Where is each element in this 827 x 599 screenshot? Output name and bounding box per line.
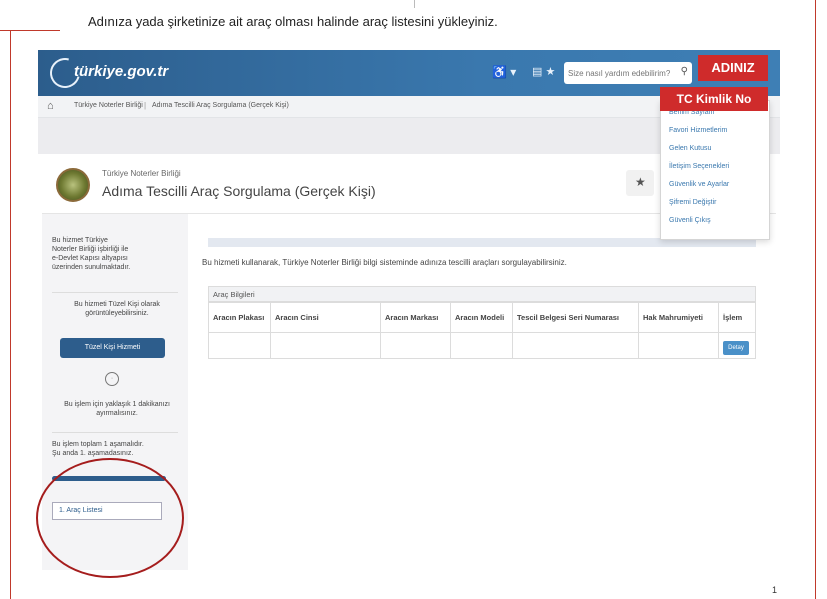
menu-item-logout[interactable]: Güvenli Çıkış: [669, 217, 711, 224]
table-cell: [512, 332, 639, 359]
id-annotation-label: TC Kimlik No: [660, 87, 768, 111]
sidebar-divider: [52, 432, 178, 433]
column-header: İşlem: [718, 302, 756, 333]
menu-item-contact[interactable]: İletişim Seçenekleri: [669, 163, 729, 170]
main-content: Bu hizmeti kullanarak, Türkiye Noterler …: [188, 214, 776, 570]
table-cell: [450, 332, 513, 359]
menu-item-inbox[interactable]: Gelen Kutusu: [669, 145, 711, 152]
stage-note: Bu işlem toplam 1 aşamalıdır. Şu anda 1.…: [52, 441, 144, 457]
document-page: Adınıza yada şirketinize ait araç olması…: [0, 0, 827, 599]
table-cell: Detay: [718, 332, 756, 359]
menu-item-change-password[interactable]: Şifremi Değiştir: [669, 199, 716, 206]
table-cell: [270, 332, 381, 359]
sidebar-divider: [52, 292, 178, 293]
clock-icon: ·: [105, 372, 119, 386]
table-cell: [208, 332, 271, 359]
highlight-circle: [36, 458, 184, 578]
column-header: Tescil Belgesi Seri Numarası: [512, 302, 639, 333]
user-menu-dropdown: Benim Sayfam Favori Hizmetlerim Gelen Ku…: [660, 100, 770, 240]
legal-entity-service-button[interactable]: Tüzel Kişi Hizmeti: [60, 338, 165, 358]
detail-button[interactable]: Detay: [723, 341, 749, 355]
menu-item-security[interactable]: Güvenlik ve Ayarlar: [669, 181, 729, 188]
doc-border-top: [0, 30, 60, 31]
table-caption: Araç Bilgileri: [208, 286, 756, 302]
table-cell: [380, 332, 451, 359]
star-icon: ★: [635, 175, 646, 189]
breadcrumb-item-service: Adıma Tescilli Araç Sorgulama (Gerçek Ki…: [152, 102, 289, 109]
site-logo[interactable]: türkiye.gov.tr: [74, 63, 168, 80]
page-number: 1: [772, 585, 778, 595]
home-icon[interactable]: ⌂: [47, 100, 54, 112]
search-box: ⚲: [564, 62, 692, 84]
search-icon[interactable]: ⚲: [681, 66, 688, 77]
page-tick: [414, 0, 415, 8]
service-description: Bu hizmeti kullanarak, Türkiye Noterler …: [202, 258, 567, 267]
column-header: Aracın Cinsi: [270, 302, 381, 333]
doc-border-left: [10, 30, 11, 599]
breadcrumb-separator: |: [144, 101, 147, 110]
menu-item-favorites[interactable]: Favori Hizmetlerim: [669, 127, 727, 134]
duration-note: Bu işlem için yaklaşık 1 dakikanızı ayır…: [64, 401, 170, 417]
search-input[interactable]: [568, 65, 676, 81]
table-row: Detay: [208, 332, 756, 359]
org-name: Türkiye Noterler Birliği: [102, 169, 181, 178]
favorite-button[interactable]: ★: [626, 170, 654, 196]
service-provider-note: Bu hizmet Türkiye Noterler Birliği işbir…: [52, 237, 131, 271]
doc-border-right: [815, 0, 816, 599]
table-header-row: Aracın Plakası Aracın Cinsi Aracın Marka…: [208, 302, 756, 333]
column-header: Hak Mahrumiyeti: [638, 302, 719, 333]
column-header: Aracın Markası: [380, 302, 451, 333]
menu-favorites-button[interactable]: ▤ ★: [532, 65, 555, 78]
column-header: Aracın Modeli: [450, 302, 513, 333]
accessibility-button[interactable]: ♿ ▾: [492, 65, 516, 79]
vehicle-table: Araç Bilgileri Aracın Plakası Aracın Cin…: [208, 286, 756, 359]
table-cell: [638, 332, 719, 359]
column-header: Aracın Plakası: [208, 302, 271, 333]
page-title: Adıma Tescilli Araç Sorgulama (Gerçek Ki…: [102, 183, 376, 199]
instruction-text: Adınıza yada şirketinize ait araç olması…: [88, 14, 498, 29]
breadcrumb-item-org[interactable]: Türkiye Noterler Birliği: [74, 102, 143, 109]
name-annotation-label: ADINIZ: [698, 55, 768, 81]
noterler-seal-logo: [56, 168, 90, 202]
legal-entity-note: Bu hizmeti Tüzel Kişi olarak görüntüleye…: [74, 301, 160, 317]
